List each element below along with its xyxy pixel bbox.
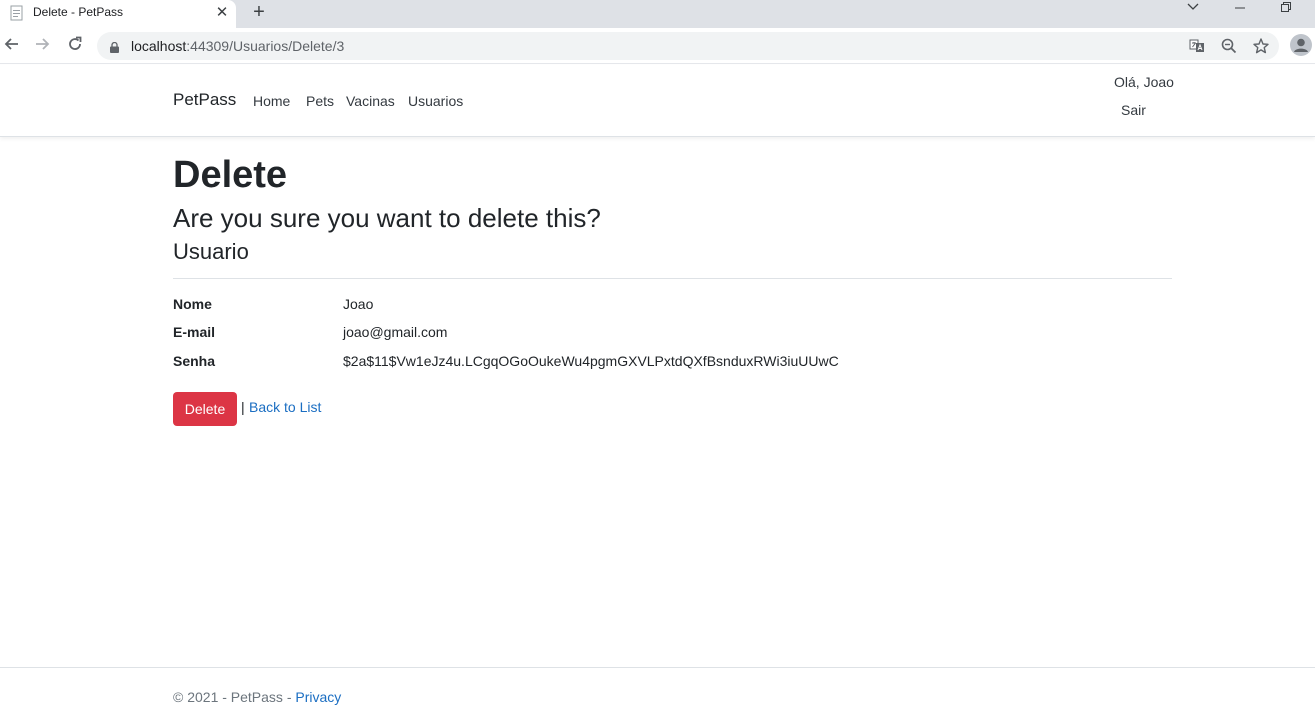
site-footer: © 2021 - PetPass - Privacy	[0, 667, 1315, 718]
logout-link[interactable]: Sair	[1121, 102, 1146, 118]
footer-text: © 2021 - PetPass - Privacy	[173, 689, 341, 705]
separator: |	[241, 399, 245, 415]
restore-icon[interactable]	[1271, 0, 1301, 20]
reload-icon[interactable]	[63, 34, 87, 58]
page-title: Delete	[173, 154, 288, 196]
site-navbar: PetPass Home Pets Vacinas Usuarios Olá, …	[0, 65, 1315, 137]
privacy-link[interactable]: Privacy	[295, 689, 341, 705]
field-label-email: E-mail	[173, 324, 216, 340]
copyright-text: © 2021 - PetPass -	[173, 689, 296, 705]
browser-tabstrip: Delete - PetPass ✕ +	[0, 0, 1315, 28]
nav-link-usuarios[interactable]: Usuarios	[408, 93, 463, 109]
profile-avatar-icon[interactable]	[1290, 34, 1312, 56]
divider	[173, 278, 1172, 279]
delete-button[interactable]: Delete	[173, 392, 237, 426]
field-value-nome: Joao	[343, 296, 374, 312]
back-to-list-link[interactable]: Back to List	[249, 399, 321, 415]
confirm-question: Are you sure you want to delete this?	[173, 203, 601, 233]
translate-icon[interactable]	[1188, 37, 1206, 55]
bookmark-star-icon[interactable]	[1252, 37, 1270, 55]
user-greeting[interactable]: Olá, Joao	[1114, 74, 1174, 90]
browser-tab[interactable]: Delete - PetPass ✕	[0, 0, 236, 28]
tab-search-chevron-icon[interactable]	[1178, 0, 1208, 20]
nav-link-pets[interactable]: Pets	[306, 93, 334, 109]
nav-link-vacinas[interactable]: Vacinas	[346, 93, 395, 109]
back-arrow-icon[interactable]	[0, 34, 24, 58]
page-favicon-icon	[9, 5, 25, 21]
nav-link-home[interactable]: Home	[253, 93, 290, 109]
address-bar[interactable]: localhost:44309/Usuarios/Delete/3	[97, 32, 1279, 60]
lock-icon	[110, 40, 119, 53]
field-value-senha: $2a$11$Vw1eJz4u.LCgqOGoOukeWu4pgmGXVLPxt…	[343, 353, 839, 369]
tab-title: Delete - PetPass	[33, 5, 124, 19]
zoom-icon[interactable]	[1220, 37, 1238, 55]
url-host: localhost	[131, 38, 187, 54]
field-value-email: joao@gmail.com	[343, 324, 448, 340]
brand-link[interactable]: PetPass	[173, 90, 236, 110]
close-tab-icon[interactable]: ✕	[212, 3, 232, 23]
url-path: :44309/Usuarios/Delete/3	[186, 38, 345, 54]
forward-arrow-icon[interactable]	[30, 34, 54, 58]
field-label-senha: Senha	[173, 353, 216, 369]
minimize-icon[interactable]	[1225, 0, 1255, 20]
field-label-nome: Nome	[173, 296, 212, 312]
url-text: localhost:44309/Usuarios/Delete/3	[131, 38, 344, 54]
entity-heading: Usuario	[173, 239, 249, 264]
browser-toolbar: localhost:44309/Usuarios/Delete/3	[0, 28, 1315, 64]
new-tab-icon[interactable]: +	[248, 2, 270, 24]
